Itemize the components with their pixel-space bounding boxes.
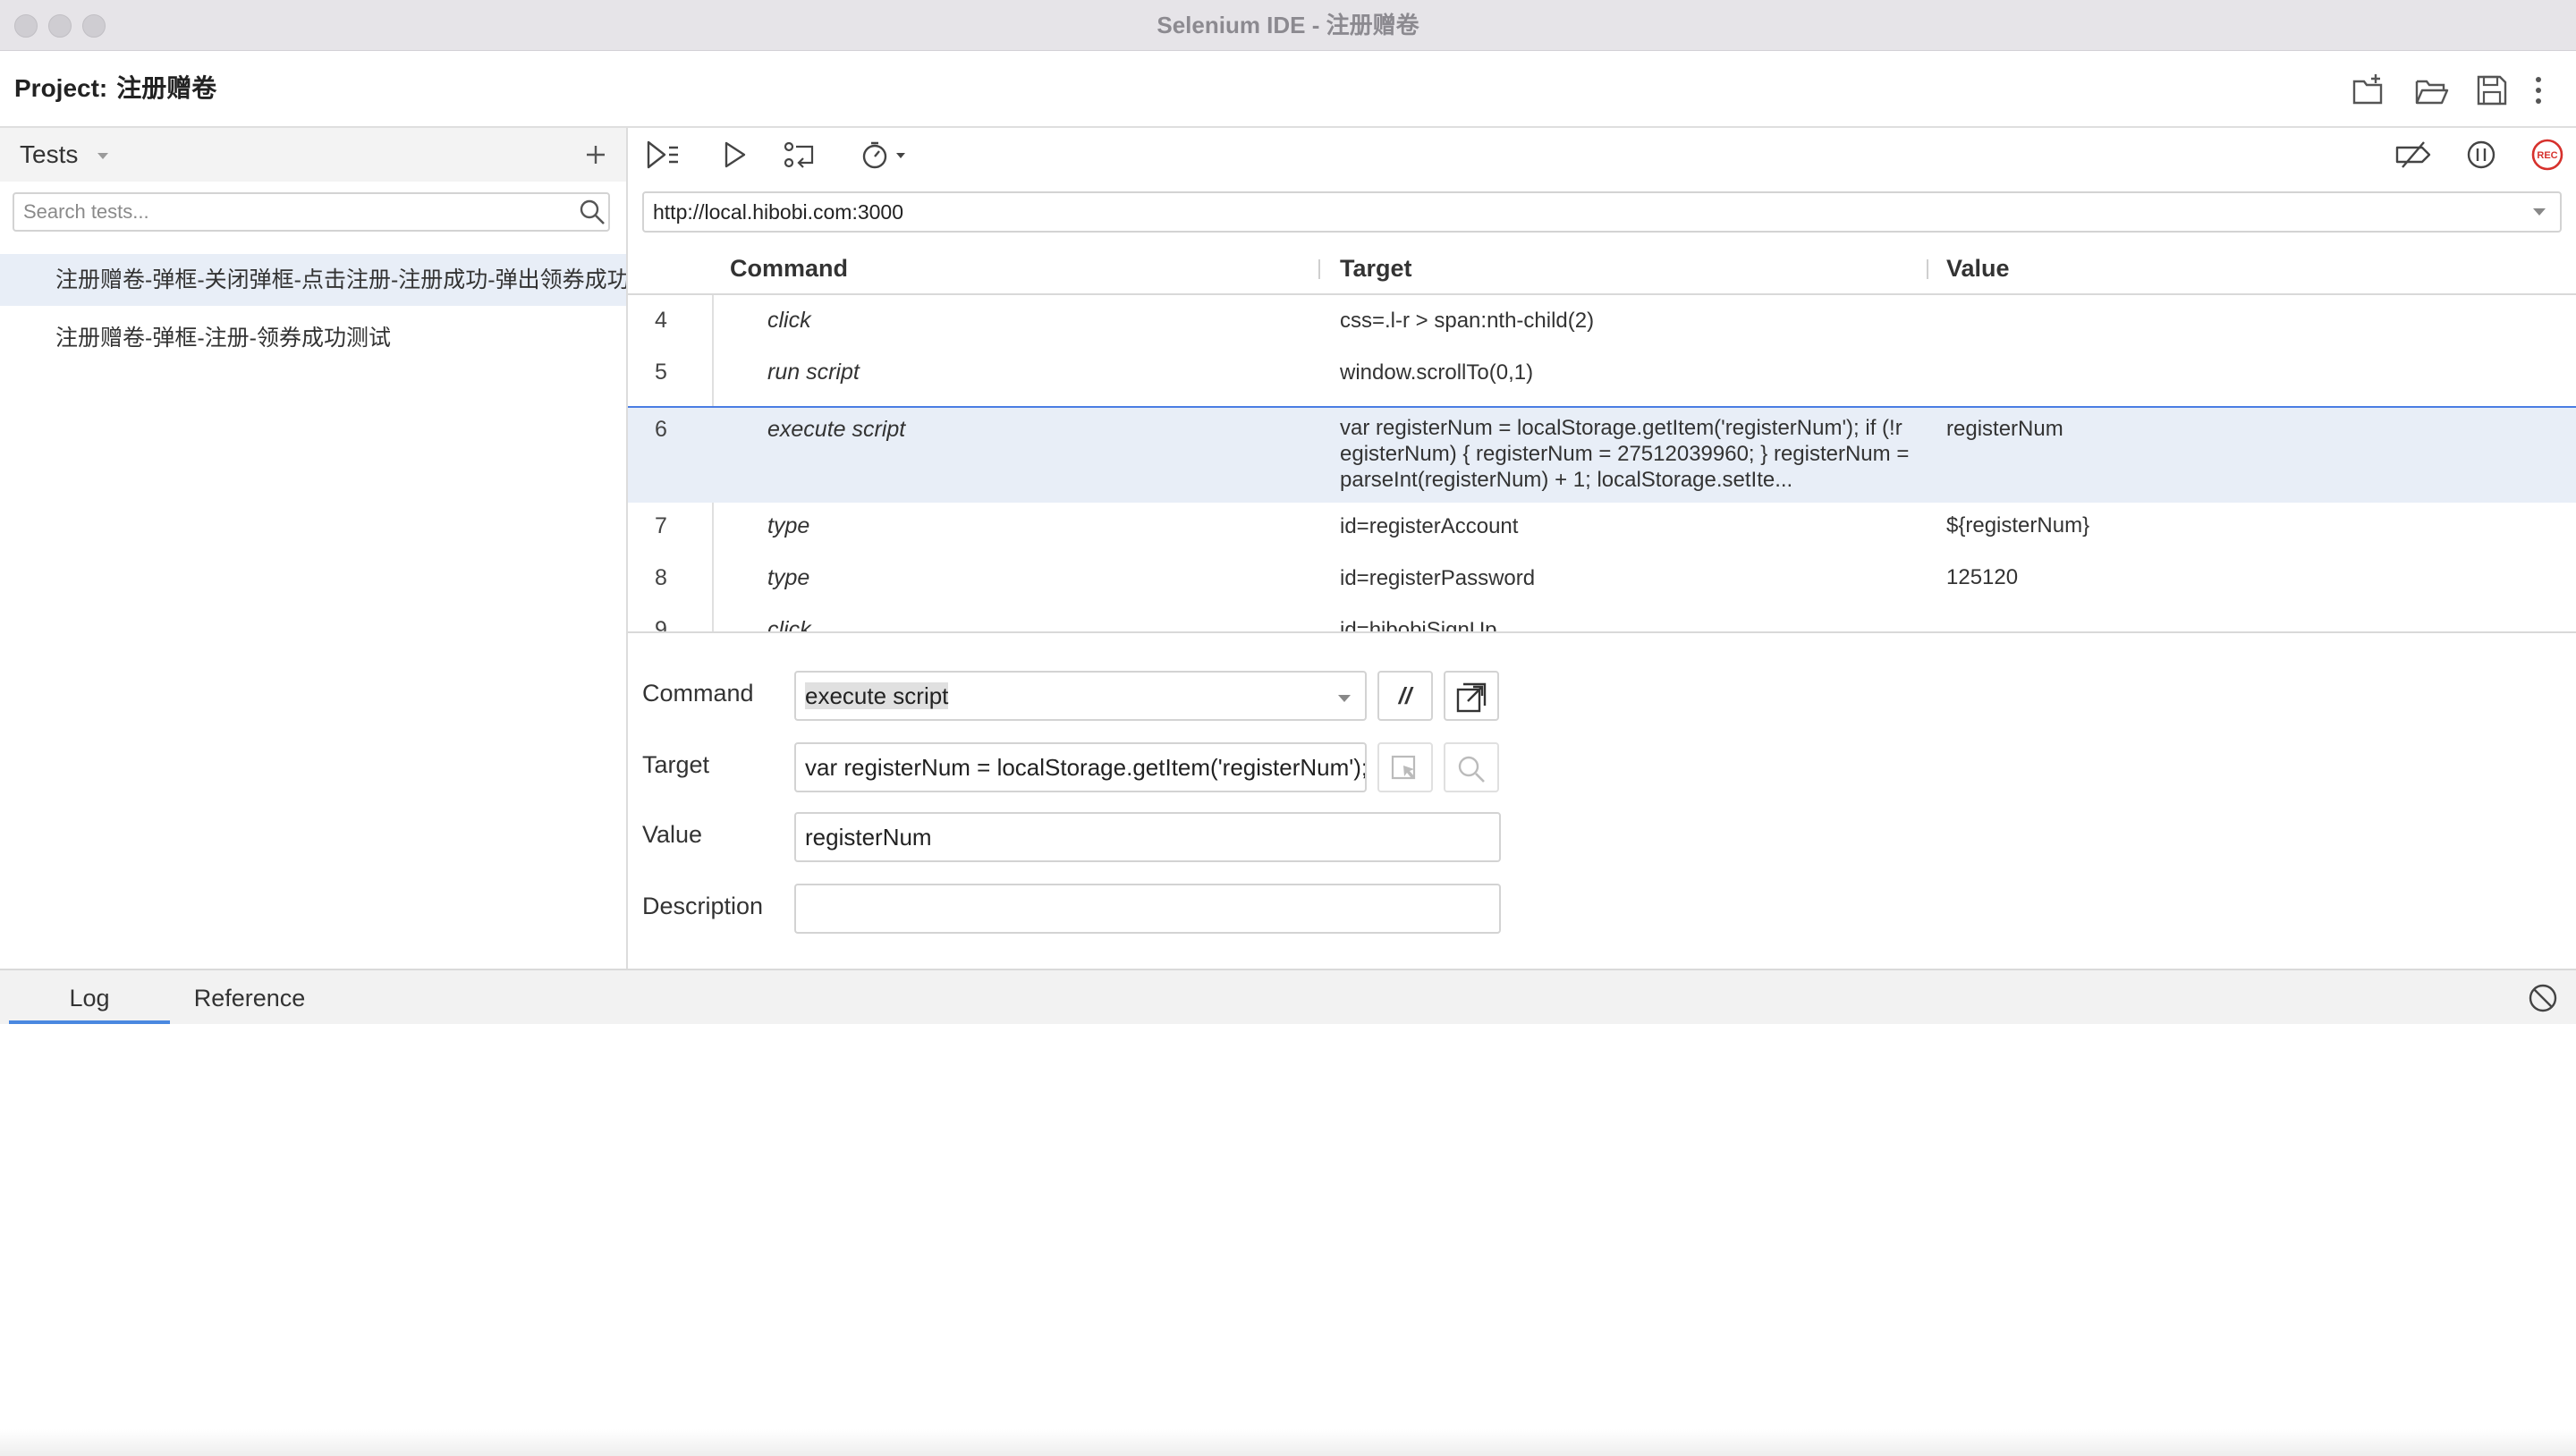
chevron-down-icon[interactable] [1336, 692, 1352, 705]
search-tests-input[interactable] [13, 192, 610, 232]
target-input[interactable]: var registerNum = localStorage.getItem('… [794, 742, 1367, 792]
log-panel: Log Reference [0, 969, 2576, 1456]
row-value: registerNum [1946, 417, 2063, 441]
row-command: type [767, 513, 810, 538]
window-bottom-edge [0, 1429, 2576, 1456]
project-name[interactable]: 注册赠卷 [116, 74, 216, 102]
command-value: execute script [805, 682, 949, 709]
tab-reference[interactable]: Reference [175, 970, 324, 1024]
row-value: 125120 [1946, 565, 2019, 589]
target-label: Target [642, 751, 710, 778]
record-icon[interactable]: REC [2528, 139, 2567, 171]
external-link-icon [1456, 682, 1487, 713]
project-label: Project: [14, 74, 108, 102]
project-title: Project: 注册赠卷 [14, 51, 216, 126]
base-url-value: http://local.hibobi.com:3000 [653, 200, 904, 224]
row-number: 4 [655, 308, 667, 333]
value-label: Value [642, 821, 703, 848]
description-label: Description [642, 893, 764, 919]
search-icon[interactable] [578, 198, 606, 226]
column-header-value: Value [1946, 255, 2010, 282]
row-target: id=registerAccount [1340, 514, 1519, 538]
table-row[interactable]: 9 click id=hibobiSignUp [628, 606, 2576, 633]
value-input[interactable]: registerNum [794, 812, 1501, 862]
chevron-down-icon[interactable] [95, 148, 111, 164]
find-target-button[interactable] [1444, 742, 1499, 792]
row-command: run script [767, 360, 860, 385]
more-options-icon[interactable] [2528, 72, 2549, 108]
row-number: 8 [655, 565, 667, 590]
table-row[interactable]: 7 type id=registerAccount ${registerNum} [628, 503, 2576, 554]
test-item[interactable]: 注册赠卷-弹框-关闭弹框-点击注册-注册成功-弹出领券成功 [0, 254, 626, 306]
row-number: 5 [655, 360, 667, 385]
row-target: var registerNum = localStorage.getItem('… [1340, 416, 1910, 492]
project-header: Project: 注册赠卷 [0, 51, 2576, 128]
clear-log-icon[interactable] [2528, 983, 2558, 1013]
add-test-icon[interactable] [580, 139, 612, 171]
table-row[interactable]: 8 type id=registerPassword 125120 [628, 554, 2576, 606]
table-row[interactable]: 4 click css=.l-r > span:nth-child(2) [628, 297, 2576, 349]
step-over-icon[interactable] [782, 139, 818, 171]
row-command: execute script [767, 417, 906, 442]
tests-header: Tests [0, 128, 626, 182]
row-value: ${registerNum} [1946, 513, 2090, 538]
table-row-selected[interactable]: 6 execute script var registerNum = local… [628, 406, 2576, 503]
column-header-command: Command [730, 255, 849, 282]
run-toolbar: REC [628, 128, 2576, 180]
row-target: css=.l-r > span:nth-child(2) [1340, 309, 1595, 333]
window-titlebar: Selenium IDE - 注册赠卷 [0, 0, 2576, 51]
speed-icon[interactable] [860, 139, 911, 171]
disable-breakpoints-icon[interactable] [2394, 139, 2433, 171]
column-header-target: Target [1340, 255, 1412, 282]
row-target: window.scrollTo(0,1) [1340, 360, 1534, 385]
select-element-icon [1391, 755, 1416, 780]
chevron-down-icon[interactable] [2531, 206, 2547, 218]
table-row[interactable]: 5 run script window.scrollTo(0,1) [628, 349, 2576, 401]
row-number: 9 [655, 617, 667, 633]
row-command: type [767, 565, 810, 590]
row-number: 6 [655, 417, 667, 442]
save-project-icon[interactable] [2474, 72, 2510, 108]
new-project-icon[interactable] [2351, 72, 2386, 108]
row-target: id=hibobiSignUp [1340, 618, 1497, 633]
row-number: 7 [655, 513, 667, 538]
row-target: id=registerPassword [1340, 566, 1536, 590]
run-test-icon[interactable] [717, 139, 753, 171]
command-select[interactable]: execute script [794, 671, 1367, 721]
window-title: Selenium IDE - 注册赠卷 [1157, 12, 1419, 38]
column-divider[interactable] [1927, 259, 1928, 279]
search-icon [1458, 756, 1485, 783]
pause-icon[interactable] [2463, 139, 2499, 171]
base-url-select[interactable]: http://local.hibobi.com:3000 [642, 191, 2562, 233]
run-all-icon[interactable] [646, 139, 682, 171]
command-table: 4 click css=.l-r > span:nth-child(2) 5 r… [628, 295, 2576, 633]
row-command: click [767, 617, 811, 633]
test-item[interactable]: 注册赠卷-弹框-注册-领券成功测试 [0, 312, 626, 364]
tab-log[interactable]: Log [9, 970, 170, 1024]
command-table-header: Command Target Value [628, 243, 2576, 295]
comment-button[interactable]: // [1377, 671, 1433, 721]
select-target-button[interactable] [1377, 742, 1433, 792]
column-divider[interactable] [1318, 259, 1320, 279]
command-label: Command [642, 680, 754, 707]
tests-panel: Tests 注册赠卷-弹框-关闭弹框-点击注册-注册成功-弹出领券成功 注册赠卷… [0, 128, 628, 969]
open-project-icon[interactable] [2413, 72, 2449, 108]
open-reference-button[interactable] [1444, 671, 1499, 721]
log-tabs: Log Reference [0, 970, 2576, 1024]
svg-text:REC: REC [2537, 150, 2557, 161]
tests-dropdown[interactable]: Tests [20, 128, 78, 182]
row-command: click [767, 308, 811, 333]
description-input[interactable] [794, 884, 1501, 934]
